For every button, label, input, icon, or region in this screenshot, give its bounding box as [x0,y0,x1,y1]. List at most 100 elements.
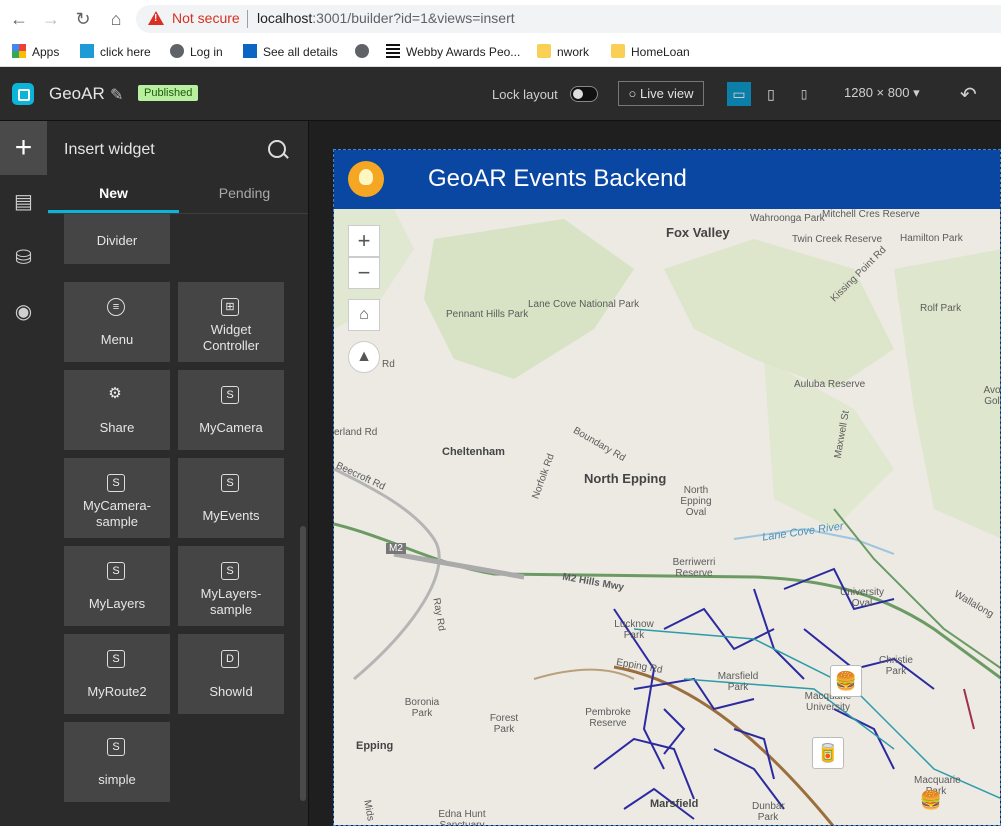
map-view[interactable]: + − ⌂ ▲ Fox Valley Wahroonga Park Mitche… [334,209,1000,825]
phone-icon[interactable]: ▯ [792,82,816,106]
widget-divider[interactable]: Divider [64,214,170,264]
widget-myevents[interactable]: S MyEvents [178,458,284,538]
map-label: Forest Park [489,713,519,735]
bookmark-homeloan[interactable]: HomeLoan [611,43,690,61]
widget-label: simple [98,772,136,787]
linkedin-icon [243,44,257,58]
map-label: Mitchell Cres Reserve [822,209,920,220]
widget-label: MyRoute2 [87,684,147,699]
widget-myroute2[interactable]: S MyRoute2 [64,634,170,714]
resolution-dropdown[interactable]: 1280 × 800 ▾ [844,85,920,101]
custom-widget-icon: S [107,562,125,580]
widget-label: ShowId [209,684,253,699]
custom-widget-icon: S [107,474,125,492]
security-status[interactable]: Not secure [172,10,240,26]
compass-button[interactable]: ▲ [348,341,380,373]
search-icon[interactable] [268,140,286,158]
widget-controller-icon: ⊞ [221,298,239,316]
globe-icon [170,44,184,58]
share-icon: ⚙ [108,385,122,402]
bookmark-label: HomeLoan [631,45,690,59]
home-icon[interactable]: ⌂ [106,9,126,29]
map-label: Dunbar Park [752,801,785,823]
url-separator [247,10,248,28]
map-label: Boronia Park [404,697,440,719]
zoom-in-button[interactable]: + [348,225,380,257]
tab-pending[interactable]: Pending [179,173,310,213]
bookmarks-bar: Apps click here Log in See all details W… [0,38,1001,67]
map-label: Rolf Park [920,303,962,314]
bookmark-globe[interactable] [355,43,375,61]
desktop-icon[interactable]: ▭ [727,82,751,106]
widget-showid[interactable]: D ShowId [178,634,284,714]
tab-new[interactable]: New [48,173,179,213]
warning-icon[interactable] [148,11,164,25]
burger-event-marker[interactable]: 🍔 [916,785,946,815]
page-icon[interactable]: ▤ [0,175,47,229]
map-label: Lane Cove National Park [528,299,640,310]
widget-mycamera[interactable]: S MyCamera [178,370,284,450]
map-label: Marsfield [650,798,699,810]
widget-widget-controller[interactable]: ⊞ Widget Controller [178,282,284,362]
resolution-value: 1280 × 800 [844,85,910,100]
globe-icon [355,44,369,58]
reload-icon[interactable]: ↻ [73,9,93,29]
lock-layout-label: Lock layout [492,87,558,102]
widget-share[interactable]: ⚙ Share [64,370,170,450]
widget-label: MyLayers-sample [200,586,262,617]
map-label: North Epping Oval [680,485,712,518]
back-icon[interactable]: ← [9,9,29,29]
map-label: Rd [382,359,395,370]
widget-mylayers[interactable]: S MyLayers [64,546,170,626]
map-label: erland Rd [334,427,378,438]
map-label: Berriwerri Reserve [672,557,716,579]
widget-label: MyCamera [199,420,263,435]
widget-label: Menu [100,332,134,347]
widget-mylayers-sample[interactable]: S MyLayers-sample [178,546,284,626]
canned-food-event-marker[interactable]: 🥫 [812,737,844,769]
custom-widget-icon: S [107,738,125,756]
custom-widget-icon: S [221,474,239,492]
widget-simple[interactable]: S simple [64,722,170,802]
bookmark-click-here[interactable]: click here [80,43,151,61]
builder-header: GeoAR ✎ Published Lock layout ○ Live vie… [0,67,1001,121]
theme-icon[interactable]: ◉ [0,285,47,339]
tablet-icon[interactable]: ▯ [759,82,783,106]
map-label: Twin Creek Reserve [792,234,883,245]
insert-widget-icon[interactable]: + [0,121,47,175]
burger-event-marker[interactable]: 🍔 [830,665,862,697]
bookmark-log-in[interactable]: Log in [170,43,223,61]
widget-mycamera-sample[interactable]: S MyCamera-sample [64,458,170,538]
widget-label: Share [99,420,135,435]
map-label: Fox Valley [666,225,730,240]
zoom-out-button[interactable]: − [348,257,380,289]
site-favicon-icon [80,44,94,58]
bookmark-see-all-details[interactable]: See all details [243,43,338,61]
browser-toolbar: ← → ↻ ⌂ Not secure localhost:3001/builde… [0,0,1001,38]
widget-grid: Divider ≡ Menu ⊞ Widget Controller ⚙ Sha… [64,214,294,826]
chevron-down-icon: ▾ [913,85,920,100]
home-extent-button[interactable]: ⌂ [348,299,380,331]
insert-widget-panel: Insert widget New Pending Divider ≡ Menu… [48,121,309,826]
lock-layout-toggle[interactable] [570,86,598,102]
url-text[interactable]: localhost:3001/builder?id=1&views=insert [257,10,515,26]
widget-label: MyEvents [202,508,260,523]
live-view-label: Live view [640,86,694,101]
bookmark-nwork[interactable]: nwork [537,43,589,61]
webby-icon [386,44,400,58]
data-icon[interactable]: ⛁ [0,231,47,285]
undo-icon[interactable]: ↶ [960,82,977,107]
widget-label: Divider [96,233,138,248]
live-view-button[interactable]: ○ Live view [618,81,704,106]
forward-icon[interactable]: → [41,9,61,29]
panel-scrollbar[interactable] [300,526,306,801]
map-basemap [334,209,1000,825]
bookmark-label: Apps [32,45,60,59]
left-rail: + ▤ ⛁ ◉ [0,121,49,826]
app-preview[interactable]: GeoAR Events Backend + − ⌂ ▲ Fox Valley … [333,149,1001,826]
bookmark-apps[interactable]: Apps [12,43,59,61]
widget-menu[interactable]: ≡ Menu [64,282,170,362]
bookmark-webby[interactable]: Webby Awards Peo... [386,43,520,61]
map-label: Wahroonga Park [750,213,825,224]
edit-icon[interactable]: ✎ [110,85,123,105]
